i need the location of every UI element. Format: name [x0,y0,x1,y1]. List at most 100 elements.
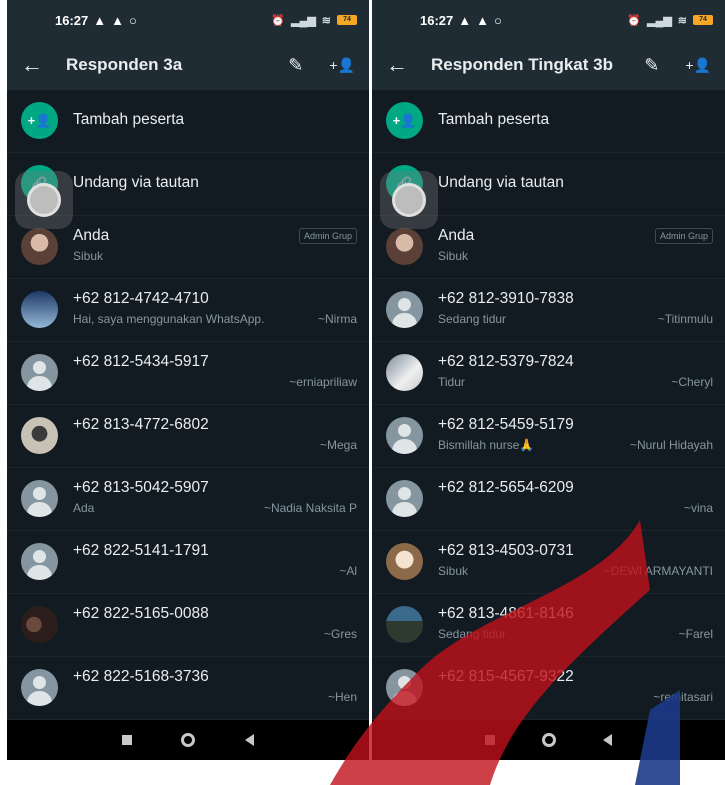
avatar-body [392,439,417,454]
warning-icon: ▲ [476,12,489,28]
member-nickname: ~DEWI ARMAYANTI [603,564,713,578]
member-row[interactable]: +62 812-5379-7824 Tidur ~Cheryl [372,342,725,405]
avatar-body [27,376,52,391]
assistive-dot-icon [392,183,426,217]
add-participant-icon[interactable]: +👤 [329,57,355,74]
member-name: +62 815-4567-9322 [438,668,574,685]
member-name: +62 813-5042-5907 [73,479,209,496]
member-nickname: ~Al [339,564,357,578]
member-nickname: ~remitasari [653,690,713,704]
back-button[interactable] [602,734,612,746]
status-left: 16:27 ▲ ▲ ○ [420,13,502,28]
member-row[interactable]: +62 812-5459-5179 Bismillah nurse🙏 ~Nurul … [372,405,725,468]
member-name: +62 812-4742-4710 [73,290,209,307]
add-person-icon: +👤 [21,102,58,139]
avatar-body [27,565,52,580]
avatar-head [398,676,411,689]
add-participant-row[interactable]: +👤 Tambah peserta [7,90,369,153]
add-participant-icon[interactable]: +👤 [685,57,711,74]
member-row[interactable]: +62 813-4861-8146 Sedang tidur ~Farel [372,594,725,657]
member-row[interactable]: +62 812-5434-5917 ~erniapriliaw [7,342,369,405]
member-avatar [21,291,58,328]
member-nickname: ~Cheryl [671,375,713,389]
member-nickname: ~Nadia Naksita P [263,501,357,515]
add-person-icon: +👤 [386,102,423,139]
member-name: +62 822-5168-3736 [73,668,209,685]
member-avatar [386,417,423,454]
signal-icon: ▂▄▆ [291,14,316,27]
member-nickname: ~vina [683,501,713,515]
member-name: +62 812-5379-7824 [438,353,574,370]
status-time: 16:27 [420,12,454,28]
wifi-icon: ≋ [677,14,687,27]
member-row[interactable]: +62 822-5141-1791 ~Al [7,531,369,594]
back-arrow-icon[interactable]: ← [21,52,66,78]
admin-badge: Admin Grup [654,228,713,244]
member-name: +62 813-4861-8146 [438,605,574,622]
member-status: Sibuk [73,249,104,263]
action-label: Tambah peserta [73,111,185,128]
member-row[interactable]: +62 812-5654-6209 ~vina [372,468,725,531]
avatar-head [33,487,46,500]
member-status: Sibuk [438,249,469,263]
edit-pencil-icon[interactable]: ✎ [288,55,303,76]
member-status: Bismillah nurse🙏 [438,438,535,452]
member-avatar [21,543,58,580]
phone-right: 16:27 ▲ ▲ ○ ⏰ ▂▄▆ ≋ 74 ← Responden Tingkat 3b ✎ +👤 +… [372,0,725,760]
floating-assistive-button[interactable] [380,171,438,229]
battery-icon: 74 [337,15,357,25]
edit-pencil-icon[interactable]: ✎ [644,55,659,76]
status-time: 16:27 [55,12,89,28]
member-status: Sedang tidur [438,312,507,326]
member-name: +62 813-4772-6802 [73,416,209,433]
member-avatar [21,606,58,643]
member-row[interactable]: +62 813-4772-6802 ~Mega [7,405,369,468]
group-title: Responden 3a [66,55,183,74]
action-label: Tambah peserta [438,111,550,128]
recents-button[interactable] [121,735,132,745]
member-name: +62 812-3910-7838 [438,290,574,307]
member-row[interactable]: +62 812-3910-7838 Sedang tidur ~Titinmulu [372,279,725,342]
warning-icon: ▲ [111,12,124,28]
avatar-head [398,424,411,437]
member-name: +62 812-5654-6209 [438,479,574,496]
floating-assistive-button[interactable] [15,171,73,229]
member-avatar [21,417,58,454]
member-row[interactable]: +62 813-4503-0731 Sibuk ~DEWI ARMAYANTI [372,531,725,594]
warning-icon: ▲ [93,12,107,28]
avatar-head [33,361,46,374]
status-bar: 16:27 ▲ ▲ ○ ⏰ ▂▄▆ ≋ 74 [7,0,369,40]
wifi-icon: ≋ [321,14,331,27]
member-name: Anda [438,227,475,244]
member-row[interactable]: +62 812-4742-4710 Hai, saya menggunakan W… [7,279,369,342]
home-button[interactable] [541,733,556,747]
warning-icon: ▲ [458,12,472,28]
add-participant-row[interactable]: +👤 Tambah peserta [372,90,725,153]
member-status: Sedang tidur [438,627,507,641]
member-row[interactable]: +62 813-5042-5907 Ada ~Nadia Naksita P [7,468,369,531]
member-status: Ada [73,501,95,515]
member-nickname: ~Farel [678,627,713,641]
phone-left: 16:27 ▲ ▲ ○ ⏰ ▂▄▆ ≋ 74 ← Responden 3a ✎ +👤 +👤 Tambah … [7,0,369,760]
member-row[interactable]: +62 822-5165-0088 ~Gres [7,594,369,657]
member-row[interactable]: +62 815-4567-9322 ~remitasari [372,657,725,720]
app-bar: ← Responden Tingkat 3b ✎ +👤 [372,40,725,90]
back-arrow-icon[interactable]: ← [386,52,431,78]
member-nickname: ~Nirma [317,312,357,326]
assistive-dot-icon [27,183,61,217]
add-person-glyph: +👤 [27,112,52,128]
notification-circle-icon: ○ [129,12,137,28]
member-avatar [386,543,423,580]
battery-icon: 74 [693,15,713,25]
recents-button[interactable] [485,735,496,745]
member-name: +62 812-5459-5179 [438,416,574,433]
member-status: Sibuk [438,564,469,578]
home-button[interactable] [181,733,196,747]
member-row[interactable]: +62 822-5168-3736 ~Hen [7,657,369,720]
avatar-head [33,550,46,563]
back-button[interactable] [245,734,255,746]
avatar-body [392,502,417,517]
member-nickname: ~Gres [323,627,357,641]
member-avatar [386,354,423,391]
avatar-body [392,691,417,706]
